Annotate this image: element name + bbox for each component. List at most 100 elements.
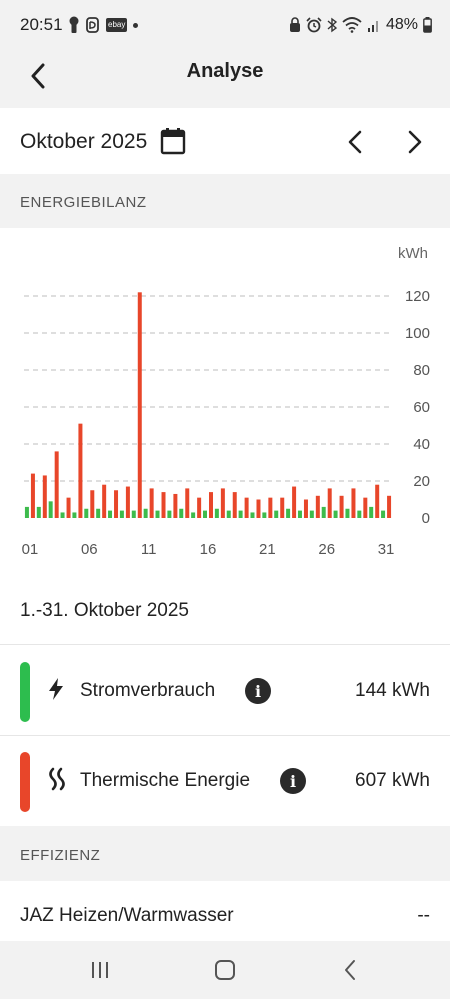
bar-stromverbrauch [155,510,160,518]
calendar-icon[interactable] [160,127,186,155]
bar-stromverbrauch [203,510,207,518]
bar-thermische-energie [292,486,297,518]
energy-chart: kWh 120 100 80 60 40 20 0 01 06 11 16 21 26 31 [0,228,450,568]
bar-thermische-energie [209,492,213,518]
bar-thermische-energie [102,484,107,518]
signal-icon [367,21,378,32]
bar-thermische-energie [161,492,166,518]
energy-bar-chart: kWh 120 100 80 60 40 20 0 01 06 11 16 21 26 31 [22,245,430,558]
bar-thermische-energie [244,497,249,518]
bar-stromverbrauch [143,508,148,518]
previous-month-button[interactable] [337,124,373,160]
legend-color-bar [20,752,30,812]
keyhole-icon [69,16,79,33]
bar-stromverbrauch [381,510,386,518]
energy-section-header: ENERGIEBILANZ [0,174,450,228]
bar-thermische-energie [78,423,83,518]
battery-percent: 48% [385,16,418,33]
y-tick-label: 20 [413,473,430,490]
bar-thermische-energie [42,475,47,518]
status-bar: 20:51 ebay 48% [0,0,450,50]
legend-label: Thermische Energie [80,770,251,791]
chart-unit-label: kWh [398,245,428,262]
bar-thermische-energie [327,488,332,518]
bar-stromverbrauch [369,506,374,518]
y-tick-label: 0 [422,510,430,527]
lock-icon [289,17,300,32]
bar-stromverbrauch [262,512,267,518]
bar-stromverbrauch [24,506,29,518]
bar-thermische-energie [387,495,392,518]
summary-card: 1.-31. Oktober 2025 Stromverbrauch i 144… [0,568,450,826]
alarm-icon [306,17,322,33]
jaz-row: JAZ Heizen/Warmwasser -- [0,881,450,941]
bar-stromverbrauch [357,510,362,518]
bar-stromverbrauch [167,510,172,518]
info-icon[interactable]: i [280,768,306,794]
bar-thermische-energie [197,497,202,518]
heat-waves-icon [49,767,65,791]
period-label[interactable]: Oktober 2025 [20,130,147,154]
x-tick-label: 21 [259,541,276,558]
bar-stromverbrauch [72,512,77,518]
period-selector: Oktober 2025 [0,108,450,174]
bar-stromverbrauch [36,506,41,518]
bar-stromverbrauch [214,508,219,518]
bar-stromverbrauch [238,510,243,518]
bar-stromverbrauch [345,508,350,518]
y-tick-label: 120 [405,288,430,305]
y-tick-label: 100 [405,325,430,342]
bar-stromverbrauch [119,510,124,518]
x-tick-label: 11 [141,541,157,558]
date-range-label: 1.-31. Oktober 2025 [20,600,189,621]
legend-value: 607 kWh [355,770,430,791]
page-title: Analyse [186,60,264,82]
lightning-icon [49,678,63,700]
bar-thermische-energie [185,488,190,518]
bar-thermische-energie [303,499,308,518]
bar-thermische-energie [268,497,273,518]
bar-thermische-energie [149,488,154,518]
home-button[interactable] [205,953,245,987]
legend-color-bar [20,662,30,722]
dot-icon [133,22,139,28]
bar-stromverbrauch [321,506,326,518]
x-tick-label: 26 [318,541,335,558]
bluetooth-icon [327,17,337,33]
x-tick-label: 16 [200,541,217,558]
x-tick-label: 31 [378,541,395,558]
app-icon [86,17,99,33]
system-back-button[interactable] [330,953,370,987]
legend-label: Stromverbrauch [80,680,216,701]
recents-icon [92,962,108,978]
system-icons: 48% [289,15,432,35]
bar-stromverbrauch [250,512,255,518]
y-tick-label: 60 [413,399,430,416]
bar-stromverbrauch [108,510,113,518]
bar-stromverbrauch [96,508,101,518]
legend-row-thermische-energie: Thermische Energie i 607 kWh [0,736,450,826]
bar-thermische-energie [125,486,130,518]
x-tick-label: 06 [81,541,98,558]
ebay-icon: ebay [106,18,128,32]
y-tick-label: 40 [413,436,430,453]
back-icon [345,960,355,980]
legend-row-stromverbrauch: Stromverbrauch i 144 kWh [0,646,450,736]
jaz-label: JAZ Heizen/Warmwasser [20,905,234,926]
info-icon[interactable]: i [245,678,271,704]
bar-thermische-energie [220,488,225,518]
bar-thermische-energie [280,497,285,518]
bar-stromverbrauch [297,510,302,518]
bar-stromverbrauch [84,508,89,518]
app-bar: Analyse [0,50,450,108]
bar-stromverbrauch [191,512,196,518]
jaz-value: -- [417,905,430,926]
next-month-button[interactable] [397,124,433,160]
energy-section-title: ENERGIEBILANZ [20,194,147,211]
efficiency-section-title: EFFIZIENZ [20,847,101,864]
bar-thermische-energie [351,488,356,518]
bar-thermische-energie [315,495,320,518]
bar-thermische-energie [114,490,119,518]
notification-icons: ebay [68,15,139,35]
recents-button[interactable] [80,953,120,987]
